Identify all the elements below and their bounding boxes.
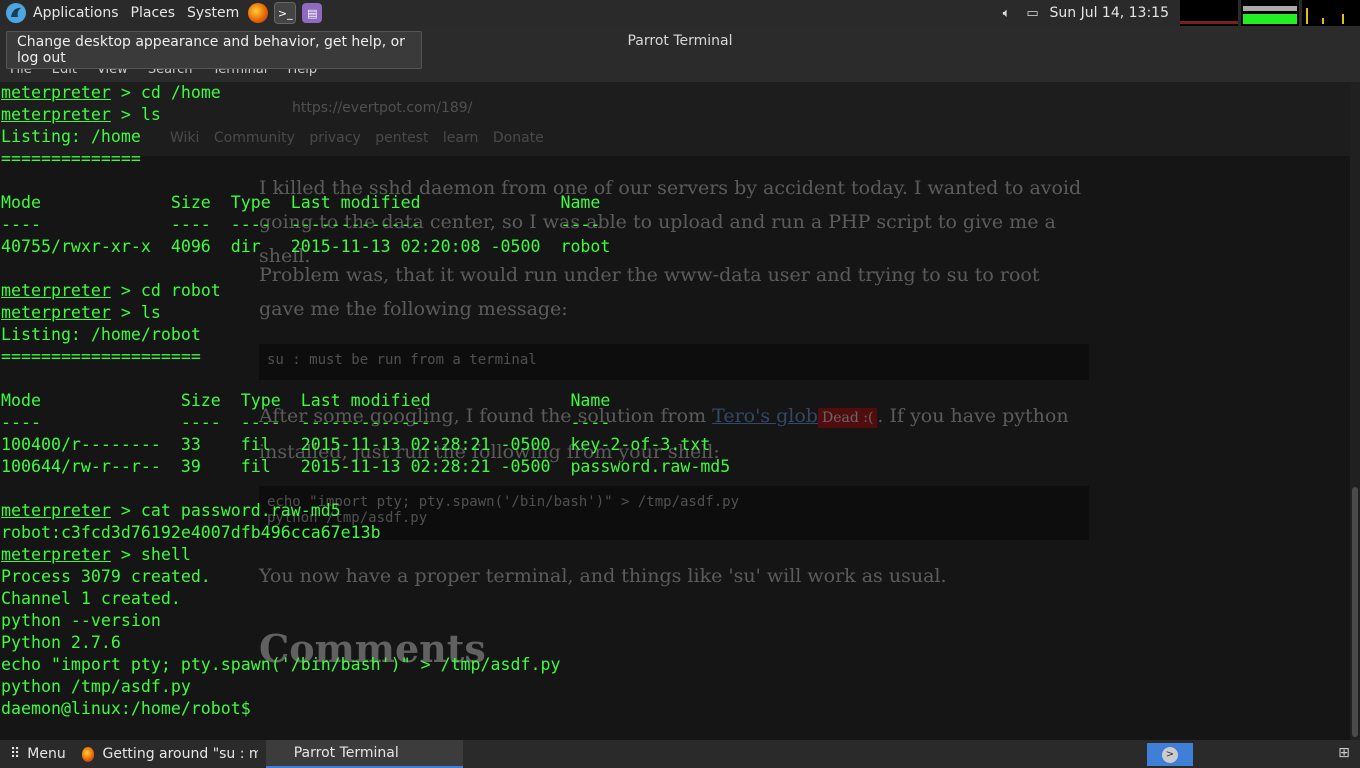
dead-badge: Dead :( — [817, 408, 878, 428]
network-monitor — [1302, 0, 1360, 26]
cpu-monitor — [1180, 0, 1238, 26]
terminal-line: meterpreter > cd robot — [1, 280, 730, 302]
places-label: Places — [130, 5, 176, 21]
firefox-icon — [81, 746, 95, 762]
terminal-line: 100644/rw-r--r-- 39 fil 2015-11-13 02:28… — [1, 456, 730, 478]
terminal-scrollbar[interactable] — [1350, 82, 1360, 740]
terminal-line: daemon@linux:/home/robot$ — [1, 698, 730, 720]
grid-icon: ⠿ — [10, 746, 20, 762]
terminal-line-text: ---- ---- ---- ------------- ---- — [1, 215, 601, 234]
volume-icon[interactable]: 🔈︎ — [999, 6, 1015, 21]
terminal-line-text: Process 3079 created. — [1, 567, 211, 586]
terminal-line-text: > cd robot — [110, 281, 221, 300]
workspace-switcher[interactable]: > — [1147, 743, 1193, 766]
terminal-output[interactable]: meterpreter > cd /home meterpreter > ls Li… — [1, 82, 730, 720]
parrot-logo-icon — [6, 3, 26, 23]
system-tray: 🔈︎ ▭ Sun Jul 14, 13:15 — [994, 0, 1360, 26]
meterpreter-prompt: meterpreter — [1, 303, 111, 322]
memory-monitor — [1241, 0, 1299, 26]
terminal-line-text: 100644/rw-r--r-- 39 fil 2015-11-13 02:28… — [1, 457, 731, 476]
terminal-line-text: > shell — [110, 545, 191, 564]
terminal-line: ==================== — [1, 346, 730, 368]
meterpreter-prompt: meterpreter — [1, 545, 111, 564]
terminal-line: Process 3079 created. — [1, 566, 730, 588]
terminal-line-text: Mode Size Type Last modified Name — [1, 193, 601, 212]
terminal-line-text: > ls — [110, 105, 161, 124]
menu-button[interactable]: ⠿ Menu — [0, 740, 74, 768]
meterpreter-prompt: meterpreter — [1, 281, 111, 300]
clock[interactable]: Sun Jul 14, 13:15 — [1050, 5, 1170, 21]
terminal-line: Mode Size Type Last modified Name — [1, 192, 730, 214]
terminal-line-text: python --version — [1, 611, 161, 630]
meterpreter-prompt: meterpreter — [1, 105, 111, 124]
applications-label: Applications — [33, 5, 119, 21]
top-panel: Applications Places System >_ ▤ 🔈︎ ▭ Sun… — [0, 0, 1360, 26]
terminal-line-text: Channel 1 created. — [1, 589, 181, 608]
terminal-line: Python 2.7.6 — [1, 632, 730, 654]
terminal-line-text: > cat password.raw-md5 — [110, 501, 341, 520]
taskbar-item-terminal[interactable]: Parrot Terminal — [265, 740, 463, 768]
applications-menu[interactable]: Applications — [0, 0, 125, 26]
terminal-line-text: ---- ---- ---- ------------- ---- — [1, 413, 611, 432]
terminal-line-text: echo "import pty; pty.spawn('/bin/bash')… — [1, 655, 561, 674]
terminal-line: ---- ---- ---- ------------- ---- — [1, 412, 730, 434]
terminal-line-text: 100400/r-------- 33 fil 2015-11-13 02:28… — [1, 435, 711, 454]
terminal-line-text: python /tmp/asdf.py — [1, 677, 191, 696]
terminal-line: meterpreter > cd /home — [1, 82, 730, 104]
places-menu[interactable]: Places — [125, 0, 182, 26]
terminal-line: 40755/rwxr-xr-x 4096 dir 2015-11-13 02:2… — [1, 236, 730, 258]
terminal-line-text: ==================== — [1, 347, 201, 366]
terminal-line: python --version — [1, 610, 730, 632]
menu-label: Menu — [27, 746, 66, 762]
system-menu[interactable]: System — [181, 0, 245, 26]
system-label: System — [187, 5, 240, 21]
display-icon[interactable]: ▭ — [1025, 6, 1041, 21]
show-desktop-icon[interactable]: ⊞ — [1334, 745, 1354, 763]
taskbar-item-browser[interactable]: Getting around "su : mu... — [74, 740, 266, 768]
terminal-line: robot:c3fcd3d76192e4007dfb496cca67e13b — [1, 522, 730, 544]
terminal-line: 100400/r-------- 33 fil 2015-11-13 02:28… — [1, 434, 730, 456]
terminal-line: meterpreter > ls — [1, 104, 730, 126]
terminal-line-text: ============== — [1, 149, 141, 168]
terminal-line-text: Listing: /home — [1, 127, 141, 146]
text-editor-icon[interactable]: ▤ — [302, 3, 323, 23]
firefox-icon[interactable] — [248, 3, 269, 23]
taskbar-item-label: Getting around "su : mu... — [102, 746, 258, 762]
terminal-line-text: daemon@linux:/home/robot$ — [1, 699, 261, 718]
terminal-area[interactable]: https://evertpot.com/189/ Wiki Community… — [0, 82, 1350, 740]
terminal-line-text: Mode Size Type Last modified Name — [1, 391, 611, 410]
terminal-line: Channel 1 created. — [1, 588, 730, 610]
taskbar-item-label: Parrot Terminal — [293, 745, 399, 761]
terminal-line-text: robot:c3fcd3d76192e4007dfb496cca67e13b — [1, 523, 381, 542]
scrollbar-thumb[interactable] — [1352, 487, 1358, 737]
terminal-icon: > — [1162, 746, 1178, 763]
terminal-line-text: 40755/rwxr-xr-x 4096 dir 2015-11-13 02:2… — [1, 237, 611, 256]
terminal-line: Listing: /home/robot — [1, 324, 730, 346]
terminal-line: echo "import pty; pty.spawn('/bin/bash')… — [1, 654, 730, 676]
terminal-line: ============== — [1, 148, 730, 170]
terminal-icon[interactable]: >_ — [274, 2, 297, 24]
terminal-line: python /tmp/asdf.py — [1, 676, 730, 698]
tooltip: Change desktop appearance and behavior, … — [6, 31, 422, 69]
terminal-line-text: > ls — [110, 303, 161, 322]
terminal-line: meterpreter > cat password.raw-md5 — [1, 500, 730, 522]
terminal-line: Mode Size Type Last modified Name — [1, 390, 730, 412]
terminal-line-text: > cd /home — [110, 83, 221, 102]
meterpreter-prompt: meterpreter — [1, 501, 111, 520]
meterpreter-prompt: meterpreter — [1, 83, 111, 102]
terminal-line: ---- ---- ---- ------------- ---- — [1, 214, 730, 236]
terminal-line-text: Listing: /home/robot — [1, 325, 201, 344]
terminal-line: meterpreter > ls — [1, 302, 730, 324]
terminal-line: Listing: /home — [1, 126, 730, 148]
terminal-line-text: Python 2.7.6 — [1, 633, 121, 652]
terminal-line: meterpreter > shell — [1, 544, 730, 566]
